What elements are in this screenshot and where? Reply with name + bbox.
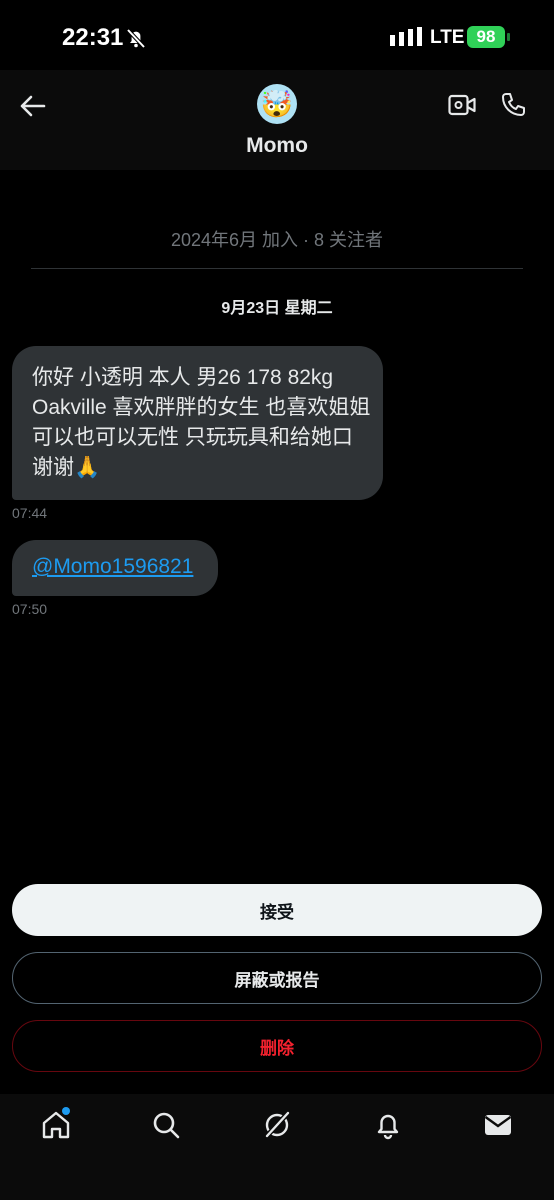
bell-off-icon — [126, 28, 146, 49]
battery-tip — [507, 33, 510, 41]
profile-joined-info: 2024年6月 加入 · 8 关注者 — [170, 230, 384, 250]
status-bar: 22:31 LTE 98 — [0, 0, 554, 70]
bottom-tab-bar — [0, 1094, 554, 1200]
date-separator: 9月23日 星期二 — [221, 300, 333, 317]
delete-button[interactable]: 删除 — [12, 1020, 542, 1072]
mention-link[interactable]: @Momo1596821 — [32, 555, 193, 579]
message-time: 07:44 — [12, 505, 48, 521]
block-or-report-button[interactable]: 屏蔽或报告 — [12, 952, 542, 1004]
divider — [31, 268, 523, 269]
notification-dot — [62, 1107, 70, 1115]
conversation-header: 🤯 Momo — [0, 70, 554, 170]
phone-icon[interactable] — [499, 91, 527, 119]
message-bubble[interactable]: 你好 小透明 本人 男26 178 82kg Oakville 喜欢胖胖的女生 … — [12, 346, 383, 500]
message-bubble[interactable]: @Momo1596821 — [12, 540, 218, 596]
battery-level: 98 — [476, 27, 496, 46]
avatar-emoji: 🤯 — [260, 88, 294, 119]
message-time: 07:50 — [12, 601, 48, 617]
status-time: 22:31 — [62, 24, 124, 51]
avatar[interactable]: 🤯 — [257, 84, 297, 124]
search-icon[interactable] — [151, 1110, 181, 1140]
accept-button[interactable]: 接受 — [12, 884, 542, 936]
grok-icon[interactable] — [262, 1110, 292, 1140]
network-label: LTE — [430, 27, 465, 48]
battery-indicator: 98 — [467, 26, 505, 48]
video-call-icon[interactable] — [448, 93, 476, 117]
message-text: 你好 小透明 本人 男26 178 82kg Oakville 喜欢胖胖的女生 … — [32, 366, 371, 479]
notifications-icon[interactable] — [373, 1110, 403, 1140]
arrow-left-icon[interactable] — [18, 92, 46, 120]
messages-icon[interactable] — [483, 1110, 513, 1140]
signal-icon — [390, 27, 422, 46]
conversation-name[interactable]: Momo — [0, 134, 554, 158]
